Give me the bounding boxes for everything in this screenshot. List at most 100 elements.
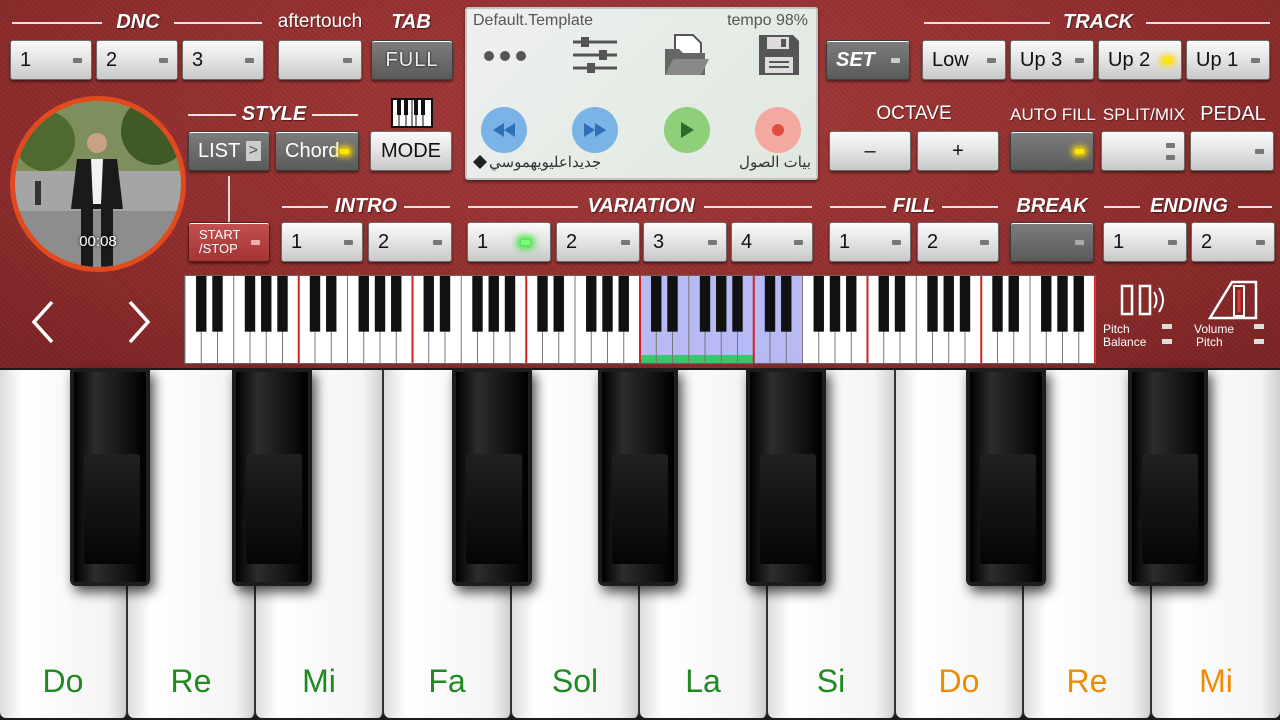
next-octave-icon[interactable] [124,298,154,346]
piano-black-key[interactable] [1128,368,1208,586]
mini-black-key [846,276,857,332]
piano-black-key[interactable] [452,368,532,586]
note-label: La [685,663,721,699]
variation-4-button[interactable]: 4 [731,222,813,262]
split-mix-button[interactable] [1101,131,1185,171]
led-indicator-on [340,149,349,154]
mode-button[interactable]: MODE [370,131,452,171]
octave-plus-label: + [952,139,964,162]
pedal-button[interactable] [1190,131,1274,171]
more-icon[interactable] [481,47,529,67]
note-label: Si [816,663,846,699]
pitch-balance-label: Pitch Balance [1103,323,1146,349]
dnc-2-button[interactable]: 2 [96,40,178,80]
fill-1-label: 1 [839,230,851,253]
ending-2-button[interactable]: 2 [1191,222,1275,262]
variation-line-left [468,206,578,208]
style-name-right: بيات الصول [739,154,811,171]
play-button[interactable] [664,107,710,153]
track-up1-button[interactable]: Up 1 [1186,40,1270,80]
led-indicator [1254,324,1264,329]
break-button[interactable] [1010,222,1094,262]
mini-black-key [472,276,483,332]
video-thumbnail[interactable]: 00:08 [10,96,186,272]
note-label: Fa [428,663,466,699]
mini-black-key [277,276,288,332]
mini-black-key [1041,276,1052,332]
mini-black-key [829,276,841,332]
variation-3-button[interactable]: 3 [643,222,727,262]
track-up3-label: Up 3 [1020,48,1063,71]
volume-pitch-label: Volume Pitch [1194,323,1234,349]
dnc-3-button[interactable]: 3 [182,40,264,80]
piano-black-key[interactable] [598,368,678,586]
main-display: Default.Template tempo 98% جديداعليويهمو… [465,7,818,180]
mini-black-key [602,276,613,332]
track-up2-button[interactable]: Up 2 [1098,40,1182,80]
variation-1-label: 1 [477,230,489,253]
dnc-2-label: 2 [106,48,118,71]
pitch-balance-icon[interactable] [1118,278,1168,322]
volume-pitch-icon[interactable] [1207,278,1260,322]
start-stop-button[interactable]: START/STOP [188,222,270,262]
fill-2-button[interactable]: 2 [917,222,999,262]
open-folder-icon[interactable] [663,33,711,79]
octave-minus-label: – [864,139,876,162]
variation-1-button[interactable]: 1 [467,222,551,262]
black-key-face [1142,454,1198,564]
octave-down-button[interactable]: – [829,131,911,171]
set-button[interactable]: SET [826,40,910,80]
fast-forward-button[interactable] [572,107,618,153]
mini-black-key [261,276,272,332]
track-up3-button[interactable]: Up 3 [1010,40,1094,80]
rewind-button[interactable] [481,107,527,153]
ending-1-button[interactable]: 1 [1103,222,1187,262]
piano-black-key[interactable] [746,368,826,586]
style-list-label: LIST [198,139,241,162]
style-list-button[interactable]: LIST > [188,131,270,171]
intro-2-button[interactable]: 2 [368,222,452,262]
fill-1-button[interactable]: 1 [829,222,911,262]
mixer-sliders-icon[interactable] [571,35,619,77]
variation-2-button[interactable]: 2 [556,222,640,262]
mini-black-key [309,276,321,332]
intro-1-button[interactable]: 1 [281,222,363,262]
template-name: Default.Template [473,12,594,29]
mini-black-key [716,276,727,332]
note-label: Do [42,663,84,699]
octave-up-button[interactable]: + [917,131,999,171]
pedal-title: PEDAL [1200,103,1266,125]
mini-black-key [504,276,516,332]
full-button[interactable]: FULL [371,40,453,80]
mini-black-key [439,276,451,332]
piano-keyboard-icon[interactable] [391,98,433,128]
piano-black-key[interactable] [70,368,150,586]
note-label: Re [1066,663,1108,699]
note-label: Sol [551,663,599,699]
track-low-label: Low [932,48,969,71]
piano-black-key[interactable] [232,368,312,586]
chord-button[interactable]: Chord [275,131,359,171]
save-disk-icon[interactable] [757,33,801,77]
variation-title: VARIATION [587,195,695,217]
mini-keyboard-overview[interactable] [184,275,1096,364]
arrow-right-icon: > [245,141,261,161]
mini-black-key [943,276,954,332]
led-indicator-on [1075,149,1084,154]
record-button[interactable] [755,107,801,153]
piano-black-key[interactable] [966,368,1046,586]
led-indicator-on [521,240,530,245]
dnc-1-label: 1 [20,48,32,71]
fill-2-label: 2 [927,230,939,253]
mini-black-key [764,276,776,332]
led-indicator [73,58,82,63]
auto-fill-button[interactable] [1010,131,1094,171]
prev-octave-icon[interactable] [28,298,58,346]
track-low-button[interactable]: Low [922,40,1006,80]
aftertouch-button[interactable] [278,40,362,80]
dnc-1-button[interactable]: 1 [10,40,92,80]
mini-black-key [959,276,971,332]
led-indicator [343,58,352,63]
start-stop-connector [228,176,230,222]
track-up1-label: Up 1 [1196,48,1239,71]
